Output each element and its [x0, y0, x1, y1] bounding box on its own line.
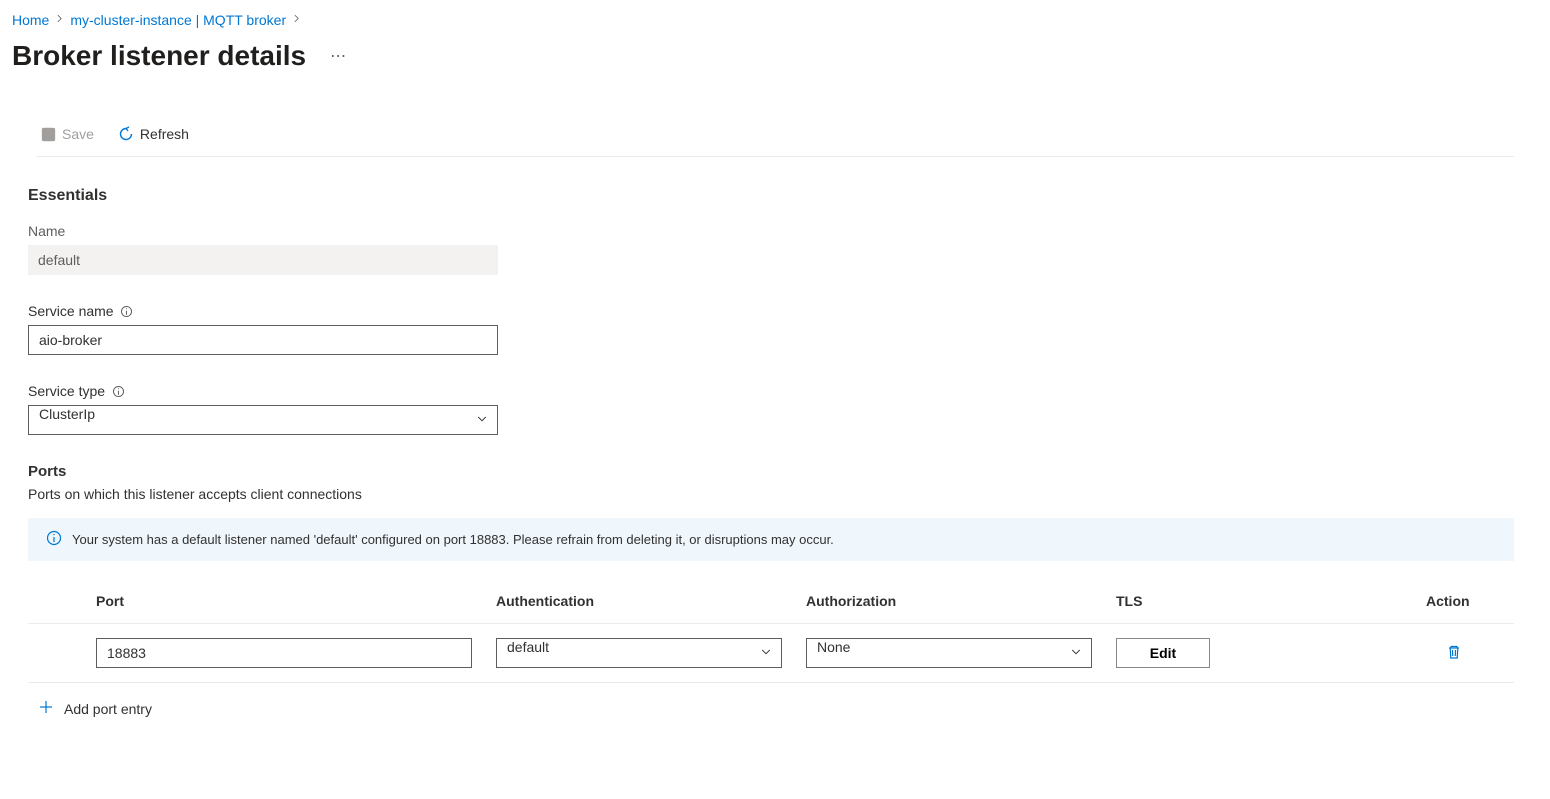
service-type-label: Service type	[28, 383, 1514, 399]
column-authentication: Authentication	[496, 593, 806, 609]
ellipsis-icon: ⋯	[330, 48, 346, 65]
service-name-label-text: Service name	[28, 303, 114, 319]
page-title: Broker listener details	[12, 40, 306, 72]
service-type-select[interactable]: ClusterIp	[28, 405, 498, 435]
refresh-button[interactable]: Refresh	[114, 122, 193, 146]
service-name-label: Service name	[28, 303, 1514, 319]
breadcrumb-mqtt-broker[interactable]: my-cluster-instance | MQTT broker	[70, 12, 286, 28]
add-port-entry-label: Add port entry	[64, 701, 152, 717]
delete-row-button[interactable]	[1442, 640, 1466, 667]
column-action: Action	[1426, 593, 1518, 609]
info-icon[interactable]	[120, 304, 134, 318]
table-row: default None Edit	[28, 624, 1514, 683]
service-type-label-text: Service type	[28, 383, 105, 399]
info-banner: Your system has a default listener named…	[28, 518, 1514, 561]
service-name-input[interactable]	[28, 325, 498, 355]
toolbar: Save Refresh	[36, 122, 1514, 157]
ports-description: Ports on which this listener accepts cli…	[28, 486, 1514, 502]
page-header: Broker listener details ⋯	[12, 40, 1538, 72]
refresh-label: Refresh	[140, 126, 189, 142]
chevron-right-icon	[292, 14, 301, 26]
chevron-right-icon	[55, 14, 64, 26]
essentials-title: Essentials	[28, 187, 1514, 205]
ports-title: Ports	[28, 463, 1514, 480]
info-icon	[46, 530, 62, 549]
name-label: Name	[28, 223, 1514, 239]
save-icon	[40, 126, 56, 142]
save-label: Save	[62, 126, 94, 142]
authentication-select[interactable]: default	[496, 638, 782, 668]
save-button: Save	[36, 122, 98, 146]
info-banner-text: Your system has a default listener named…	[72, 532, 834, 547]
column-port: Port	[96, 593, 496, 609]
name-field: default	[28, 245, 498, 275]
tls-edit-button[interactable]: Edit	[1116, 638, 1210, 668]
ports-table: Port Authentication Authorization TLS Ac…	[28, 579, 1514, 683]
more-actions-button[interactable]: ⋯	[324, 42, 352, 70]
port-input[interactable]	[96, 638, 472, 668]
table-header-row: Port Authentication Authorization TLS Ac…	[28, 579, 1514, 624]
column-tls: TLS	[1116, 593, 1426, 609]
trash-icon	[1446, 648, 1462, 663]
plus-icon	[38, 699, 54, 718]
authorization-select[interactable]: None	[806, 638, 1092, 668]
add-port-entry-button[interactable]: Add port entry	[28, 683, 1514, 718]
info-icon[interactable]	[111, 384, 125, 398]
breadcrumb-home[interactable]: Home	[12, 12, 49, 28]
column-authorization: Authorization	[806, 593, 1116, 609]
refresh-icon	[118, 126, 134, 142]
breadcrumb: Home my-cluster-instance | MQTT broker	[12, 12, 1538, 28]
